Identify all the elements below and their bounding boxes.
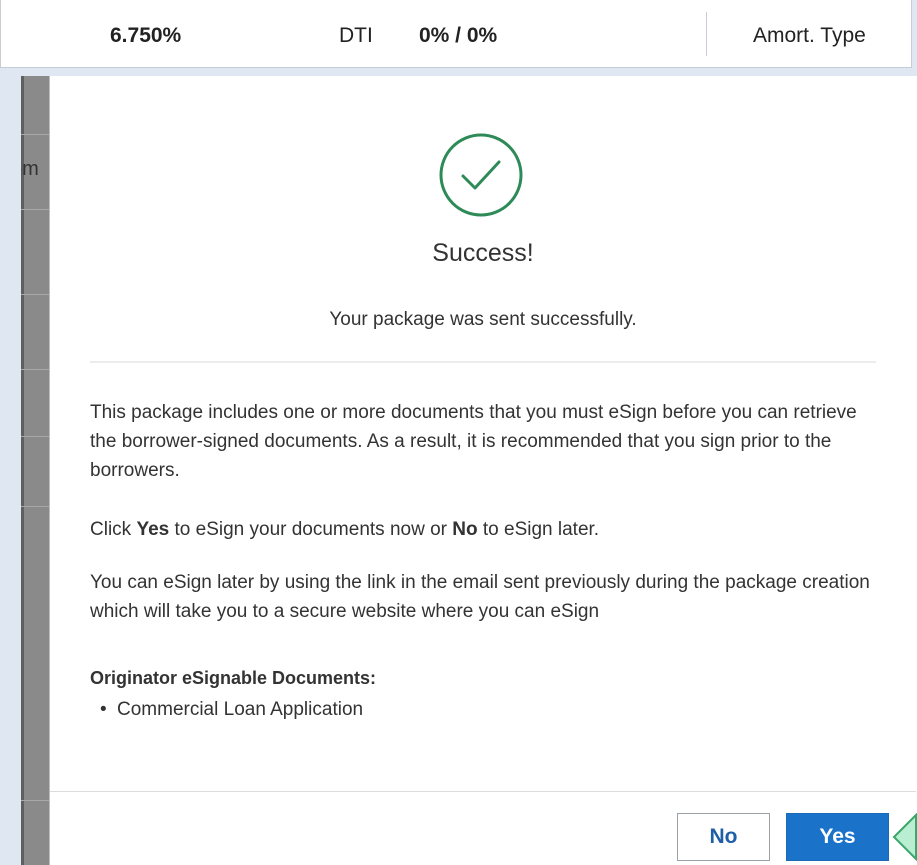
no-button[interactable]: No [677, 813, 770, 861]
dialog-subtitle: Your package was sent successfully. [329, 309, 637, 330]
dti-value: 0% / 0% [419, 24, 498, 47]
success-dialog: Success! Your package was sent successfu… [49, 76, 917, 865]
esignable-docs-list: Commercial Loan Application [90, 696, 363, 724]
summary-divider [706, 12, 707, 56]
docs-heading: Originator eSignable Documents: [90, 668, 377, 688]
instruction-text: Click [90, 519, 137, 540]
instruction-text: to eSign your documents now or [169, 519, 453, 540]
yes-button[interactable]: Yes [786, 813, 889, 861]
background-column-edge [21, 76, 24, 865]
list-item: Commercial Loan Application [90, 696, 363, 724]
amort-type-label: Amort. Type [753, 24, 866, 47]
esign-notice-paragraph: This package includes one or more docume… [90, 402, 857, 481]
loan-summary-bar: 6.750% DTI 0% / 0% Amort. Type [0, 0, 912, 68]
interest-rate-value: 6.750% [110, 24, 182, 47]
checkmark-circle-icon [439, 133, 523, 217]
dialog-footer-divider [50, 791, 916, 792]
instruction-no-emphasis: No [452, 519, 478, 540]
esign-later-paragraph: You can eSign later by using the link in… [90, 572, 870, 622]
instruction-text: to eSign later. [477, 519, 600, 540]
dialog-divider [90, 361, 876, 363]
esign-instruction-paragraph: Click Yes to eSign your documents now or… [90, 515, 880, 544]
instruction-yes-emphasis: Yes [136, 519, 170, 540]
dti-label: DTI [339, 24, 373, 47]
pointer-arrow-icon [892, 813, 917, 861]
dialog-title: Success! [432, 239, 534, 267]
